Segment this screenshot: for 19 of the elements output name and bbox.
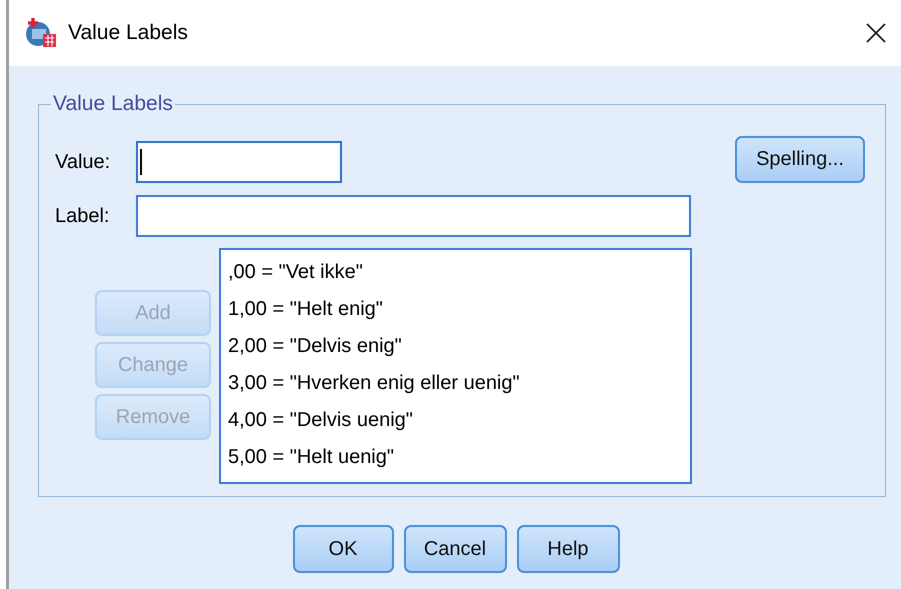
- field-label: Label:: [55, 204, 110, 228]
- spelling-button[interactable]: Spelling...: [735, 136, 865, 183]
- list-item[interactable]: ,00 = "Vet ikke": [228, 256, 690, 293]
- group-legend: Value Labels: [51, 92, 175, 116]
- dialog-button[interactable]: OK: [292, 525, 394, 573]
- list-item[interactable]: 5,00 = "Helt uenig": [228, 441, 690, 478]
- dialog-button[interactable]: Cancel: [404, 525, 506, 573]
- labels-list[interactable]: ,00 = "Vet ikke" 1,00 = "Helt enig" 2,00 = "Delvis enig" 3,00 = "Hverken enig eller uenig" 4,00 = "Delvis uenig" 5,00 = "Helt uenig": [219, 248, 692, 484]
- list-item[interactable]: 1,00 = "Helt enig": [228, 293, 690, 330]
- list-item[interactable]: 2,00 = "Delvis enig": [228, 330, 690, 367]
- window-title: Value Labels: [68, 21, 188, 45]
- input-field[interactable]: [136, 141, 342, 183]
- dialog-button[interactable]: Help: [516, 525, 620, 573]
- list-item[interactable]: 3,00 = "Hverken enig eller uenig": [228, 367, 690, 404]
- field-label: Value:: [55, 150, 112, 174]
- close-icon[interactable]: [865, 22, 887, 44]
- list-item[interactable]: 4,00 = "Delvis uenig": [228, 404, 690, 441]
- app-icon: [24, 16, 58, 50]
- input-field[interactable]: [136, 195, 691, 237]
